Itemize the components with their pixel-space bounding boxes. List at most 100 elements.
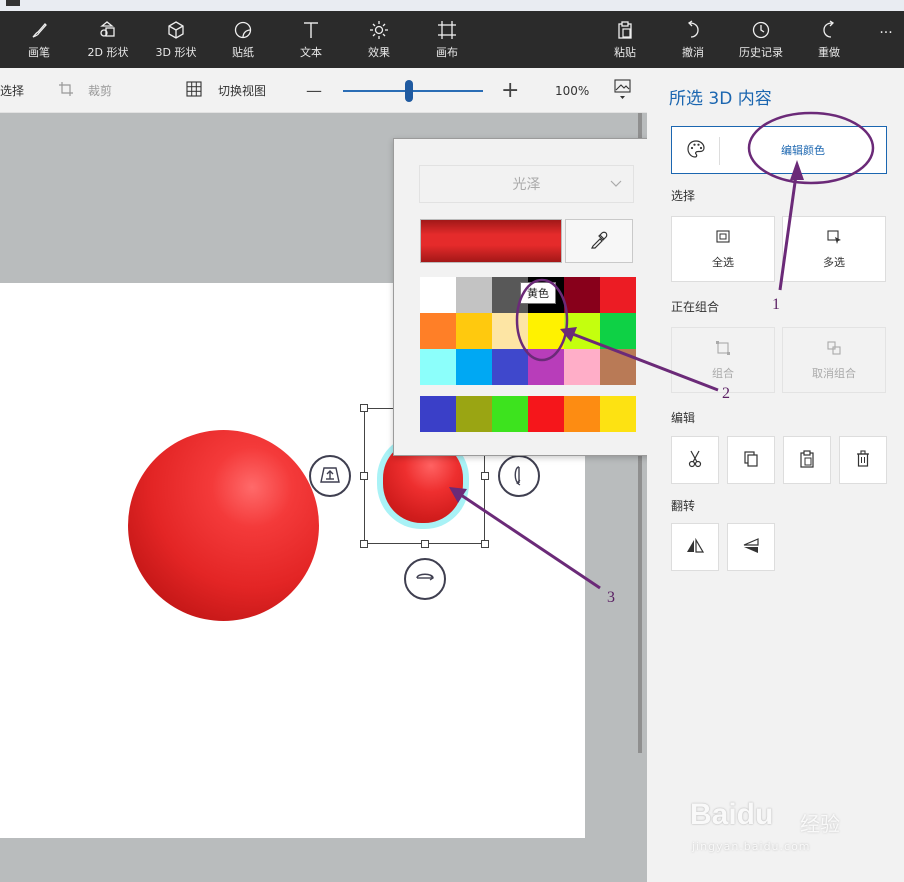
current-color-swatch[interactable] (420, 219, 562, 263)
copy-button[interactable] (727, 436, 775, 484)
custom-color-swatch[interactable] (564, 396, 600, 432)
ungroup-label: 取消组合 (812, 366, 856, 380)
resize-handle-bottom-left[interactable] (360, 540, 368, 548)
image-options-button[interactable] (614, 68, 632, 113)
custom-color-swatch[interactable] (492, 396, 528, 432)
zoom-value: 100% (555, 83, 590, 98)
custom-color-row (420, 396, 636, 432)
view-toolbar: 选择 裁剪 切换视图 — + 100% (0, 68, 647, 113)
ungroup-button[interactable]: 取消组合 (782, 327, 886, 393)
properties-panel: 所选 3D 内容 编辑颜色 选择 全选 多选 正在组合 组合 取消组合 编辑 翻… (647, 68, 904, 882)
tool-redo[interactable]: 重做 (812, 11, 846, 68)
edit-color-label: 编辑颜色 (781, 144, 825, 157)
color-swatch[interactable] (600, 313, 636, 349)
tool-effects[interactable]: 效果 (362, 11, 396, 68)
grid-view-icon (186, 81, 202, 100)
color-swatch[interactable] (528, 349, 564, 385)
panel-title: 所选 3D 内容 (669, 89, 772, 109)
custom-color-swatch[interactable] (420, 396, 456, 432)
rotate-z-button[interactable] (498, 455, 540, 497)
tool-stickers[interactable]: 贴纸 (226, 11, 260, 68)
color-swatch[interactable] (492, 313, 528, 349)
window-title-strip (0, 0, 904, 11)
multi-select-label: 多选 (823, 255, 845, 269)
flip-vertical-button[interactable] (727, 523, 775, 571)
rotate-vertical-icon (508, 464, 530, 489)
resize-handle-bottom-right[interactable] (481, 540, 489, 548)
zoom-out-button[interactable]: — (306, 68, 322, 113)
app-logo-fragment (6, 0, 20, 6)
delete-button[interactable] (839, 436, 887, 484)
more-button[interactable]: ··· (872, 11, 900, 51)
multi-select-button[interactable]: 多选 (782, 216, 886, 282)
custom-color-swatch[interactable] (456, 396, 492, 432)
crop-tool[interactable]: 裁剪 (58, 68, 112, 113)
2d-shapes-icon (98, 19, 118, 41)
resize-handle-right[interactable] (481, 472, 489, 480)
rotate-horizontal-icon (414, 567, 436, 592)
flip-section-label: 翻转 (671, 499, 696, 513)
red-sphere-object[interactable] (128, 430, 319, 621)
paste-button[interactable] (783, 436, 831, 484)
select-tool[interactable]: 选择 (0, 68, 24, 113)
color-swatch[interactable] (492, 349, 528, 385)
flip-horizontal-button[interactable] (671, 523, 719, 571)
toggle-view-label: 切换视图 (218, 84, 267, 98)
color-swatch[interactable] (456, 277, 492, 313)
trash-icon (855, 449, 871, 471)
tool-text[interactable]: 文本 (294, 11, 328, 68)
zoom-slider-track[interactable] (343, 90, 483, 92)
rotate-y-button[interactable] (404, 558, 446, 600)
select-all-button[interactable]: 全选 (671, 216, 775, 282)
tool-2d-shapes[interactable]: 2D 形状 (82, 11, 134, 68)
flip-vertical-icon (742, 537, 760, 557)
zoom-slider-thumb[interactable] (404, 80, 413, 102)
color-swatch[interactable] (600, 277, 636, 313)
custom-color-swatch[interactable] (600, 396, 636, 432)
zoom-in-button[interactable]: + (501, 68, 519, 113)
resize-handle-top-left[interactable] (360, 404, 368, 412)
color-swatch[interactable] (456, 313, 492, 349)
group-button[interactable]: 组合 (671, 327, 775, 393)
tool-3d-shapes[interactable]: 3D 形状 (150, 11, 202, 68)
tool-label: 粘贴 (614, 46, 636, 59)
color-swatch[interactable] (528, 313, 564, 349)
color-swatch[interactable] (564, 349, 600, 385)
plus-icon: + (501, 78, 520, 103)
tool-label: 贴纸 (232, 46, 254, 59)
depth-control-button[interactable] (309, 455, 351, 497)
crop-icon (58, 81, 74, 100)
edit-section-label: 编辑 (671, 411, 696, 425)
resize-handle-left[interactable] (360, 472, 368, 480)
tool-undo[interactable]: 撤消 (676, 11, 710, 68)
custom-color-swatch[interactable] (528, 396, 564, 432)
color-swatch[interactable] (564, 277, 600, 313)
watermark-suffix: 经验 (800, 812, 840, 836)
paste-icon (615, 19, 635, 41)
color-swatch[interactable] (420, 313, 456, 349)
image-icon (614, 77, 632, 104)
finish-dropdown[interactable]: 光泽 (419, 165, 634, 203)
color-swatch[interactable] (600, 349, 636, 385)
tool-paste[interactable]: 粘贴 (608, 11, 642, 68)
eyedropper-button[interactable] (565, 219, 633, 263)
redo-icon (819, 19, 839, 41)
cut-button[interactable] (671, 436, 719, 484)
palette-icon (686, 139, 706, 162)
color-swatch[interactable] (420, 277, 456, 313)
annotation-number-1: 1 (772, 296, 780, 313)
flip-horizontal-icon (686, 537, 705, 557)
tool-brush[interactable]: 画笔 (22, 11, 56, 68)
annotation-number-3: 3 (607, 589, 615, 606)
toggle-view-button[interactable]: 切换视图 (186, 68, 266, 113)
select-section-label: 选择 (671, 189, 696, 203)
edit-color-button[interactable]: 编辑颜色 (671, 126, 887, 174)
scissors-icon (687, 450, 703, 471)
select-label: 选择 (0, 84, 25, 98)
color-swatch[interactable] (420, 349, 456, 385)
tool-canvas[interactable]: 画布 (430, 11, 464, 68)
tool-history[interactable]: 历史记录 (734, 11, 788, 68)
resize-handle-bottom[interactable] (421, 540, 429, 548)
color-swatch[interactable] (456, 349, 492, 385)
color-swatch[interactable] (564, 313, 600, 349)
